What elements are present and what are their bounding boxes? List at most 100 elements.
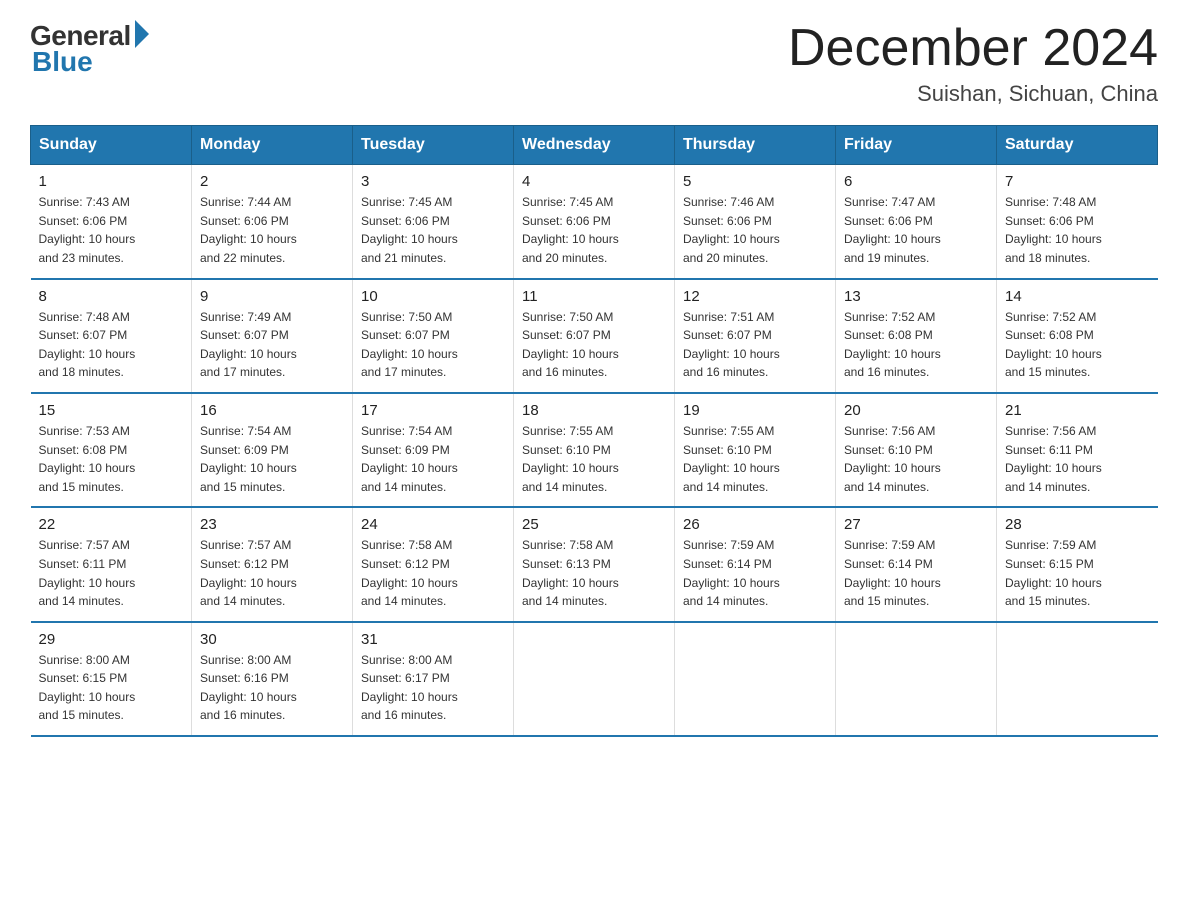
calendar-cell: 13 Sunrise: 7:52 AM Sunset: 6:08 PM Dayl… xyxy=(836,279,997,393)
day-number: 16 xyxy=(200,402,344,419)
calendar-cell: 7 Sunrise: 7:48 AM Sunset: 6:06 PM Dayli… xyxy=(997,165,1158,279)
calendar-week-row: 15 Sunrise: 7:53 AM Sunset: 6:08 PM Dayl… xyxy=(31,393,1158,507)
calendar-cell: 16 Sunrise: 7:54 AM Sunset: 6:09 PM Dayl… xyxy=(192,393,353,507)
day-number: 20 xyxy=(844,402,988,419)
calendar-cell: 22 Sunrise: 7:57 AM Sunset: 6:11 PM Dayl… xyxy=(31,507,192,621)
day-info: Sunrise: 7:48 AM Sunset: 6:06 PM Dayligh… xyxy=(1005,193,1150,267)
calendar-cell: 5 Sunrise: 7:46 AM Sunset: 6:06 PM Dayli… xyxy=(675,165,836,279)
day-info: Sunrise: 7:50 AM Sunset: 6:07 PM Dayligh… xyxy=(522,308,666,382)
calendar-week-row: 22 Sunrise: 7:57 AM Sunset: 6:11 PM Dayl… xyxy=(31,507,1158,621)
calendar-cell: 3 Sunrise: 7:45 AM Sunset: 6:06 PM Dayli… xyxy=(353,165,514,279)
day-number: 1 xyxy=(39,173,184,190)
day-info: Sunrise: 7:44 AM Sunset: 6:06 PM Dayligh… xyxy=(200,193,344,267)
day-number: 29 xyxy=(39,631,184,648)
calendar-cell: 1 Sunrise: 7:43 AM Sunset: 6:06 PM Dayli… xyxy=(31,165,192,279)
col-friday: Friday xyxy=(836,126,997,165)
month-title: December 2024 xyxy=(788,20,1158,77)
col-sunday: Sunday xyxy=(31,126,192,165)
calendar-cell: 25 Sunrise: 7:58 AM Sunset: 6:13 PM Dayl… xyxy=(514,507,675,621)
day-number: 9 xyxy=(200,288,344,305)
calendar-cell: 15 Sunrise: 7:53 AM Sunset: 6:08 PM Dayl… xyxy=(31,393,192,507)
calendar-week-row: 29 Sunrise: 8:00 AM Sunset: 6:15 PM Dayl… xyxy=(31,622,1158,736)
title-block: December 2024 Suishan, Sichuan, China xyxy=(788,20,1158,107)
day-number: 27 xyxy=(844,516,988,533)
calendar-cell xyxy=(997,622,1158,736)
day-info: Sunrise: 7:46 AM Sunset: 6:06 PM Dayligh… xyxy=(683,193,827,267)
day-number: 17 xyxy=(361,402,505,419)
day-info: Sunrise: 7:53 AM Sunset: 6:08 PM Dayligh… xyxy=(39,422,184,496)
calendar-cell: 21 Sunrise: 7:56 AM Sunset: 6:11 PM Dayl… xyxy=(997,393,1158,507)
day-info: Sunrise: 7:58 AM Sunset: 6:12 PM Dayligh… xyxy=(361,536,505,610)
calendar-cell xyxy=(675,622,836,736)
col-wednesday: Wednesday xyxy=(514,126,675,165)
calendar-cell: 31 Sunrise: 8:00 AM Sunset: 6:17 PM Dayl… xyxy=(353,622,514,736)
day-number: 25 xyxy=(522,516,666,533)
day-number: 18 xyxy=(522,402,666,419)
day-number: 10 xyxy=(361,288,505,305)
day-info: Sunrise: 7:59 AM Sunset: 6:15 PM Dayligh… xyxy=(1005,536,1150,610)
day-info: Sunrise: 7:58 AM Sunset: 6:13 PM Dayligh… xyxy=(522,536,666,610)
day-info: Sunrise: 7:54 AM Sunset: 6:09 PM Dayligh… xyxy=(200,422,344,496)
day-info: Sunrise: 7:59 AM Sunset: 6:14 PM Dayligh… xyxy=(683,536,827,610)
day-info: Sunrise: 7:48 AM Sunset: 6:07 PM Dayligh… xyxy=(39,308,184,382)
day-info: Sunrise: 7:56 AM Sunset: 6:10 PM Dayligh… xyxy=(844,422,988,496)
day-info: Sunrise: 7:59 AM Sunset: 6:14 PM Dayligh… xyxy=(844,536,988,610)
calendar-cell xyxy=(514,622,675,736)
day-number: 31 xyxy=(361,631,505,648)
calendar-cell: 24 Sunrise: 7:58 AM Sunset: 6:12 PM Dayl… xyxy=(353,507,514,621)
calendar-cell: 29 Sunrise: 8:00 AM Sunset: 6:15 PM Dayl… xyxy=(31,622,192,736)
day-number: 23 xyxy=(200,516,344,533)
day-info: Sunrise: 7:45 AM Sunset: 6:06 PM Dayligh… xyxy=(361,193,505,267)
calendar-cell xyxy=(836,622,997,736)
day-number: 11 xyxy=(522,288,666,305)
logo-blue-text: Blue xyxy=(32,46,93,78)
day-number: 28 xyxy=(1005,516,1150,533)
calendar-header: Sunday Monday Tuesday Wednesday Thursday… xyxy=(31,126,1158,165)
calendar-cell: 4 Sunrise: 7:45 AM Sunset: 6:06 PM Dayli… xyxy=(514,165,675,279)
calendar-week-row: 1 Sunrise: 7:43 AM Sunset: 6:06 PM Dayli… xyxy=(31,165,1158,279)
day-number: 24 xyxy=(361,516,505,533)
calendar-cell: 30 Sunrise: 8:00 AM Sunset: 6:16 PM Dayl… xyxy=(192,622,353,736)
calendar-cell: 6 Sunrise: 7:47 AM Sunset: 6:06 PM Dayli… xyxy=(836,165,997,279)
calendar-cell: 26 Sunrise: 7:59 AM Sunset: 6:14 PM Dayl… xyxy=(675,507,836,621)
day-number: 7 xyxy=(1005,173,1150,190)
day-number: 2 xyxy=(200,173,344,190)
col-saturday: Saturday xyxy=(997,126,1158,165)
day-info: Sunrise: 7:55 AM Sunset: 6:10 PM Dayligh… xyxy=(522,422,666,496)
day-info: Sunrise: 7:55 AM Sunset: 6:10 PM Dayligh… xyxy=(683,422,827,496)
col-thursday: Thursday xyxy=(675,126,836,165)
day-info: Sunrise: 7:57 AM Sunset: 6:12 PM Dayligh… xyxy=(200,536,344,610)
day-info: Sunrise: 7:56 AM Sunset: 6:11 PM Dayligh… xyxy=(1005,422,1150,496)
calendar-cell: 9 Sunrise: 7:49 AM Sunset: 6:07 PM Dayli… xyxy=(192,279,353,393)
col-tuesday: Tuesday xyxy=(353,126,514,165)
day-number: 4 xyxy=(522,173,666,190)
day-number: 8 xyxy=(39,288,184,305)
day-number: 30 xyxy=(200,631,344,648)
day-info: Sunrise: 8:00 AM Sunset: 6:15 PM Dayligh… xyxy=(39,651,184,725)
day-info: Sunrise: 7:54 AM Sunset: 6:09 PM Dayligh… xyxy=(361,422,505,496)
calendar-cell: 17 Sunrise: 7:54 AM Sunset: 6:09 PM Dayl… xyxy=(353,393,514,507)
calendar-body: 1 Sunrise: 7:43 AM Sunset: 6:06 PM Dayli… xyxy=(31,165,1158,736)
calendar-cell: 2 Sunrise: 7:44 AM Sunset: 6:06 PM Dayli… xyxy=(192,165,353,279)
logo-arrow-icon xyxy=(135,20,149,48)
calendar-cell: 18 Sunrise: 7:55 AM Sunset: 6:10 PM Dayl… xyxy=(514,393,675,507)
day-number: 3 xyxy=(361,173,505,190)
day-info: Sunrise: 7:43 AM Sunset: 6:06 PM Dayligh… xyxy=(39,193,184,267)
day-info: Sunrise: 8:00 AM Sunset: 6:17 PM Dayligh… xyxy=(361,651,505,725)
col-monday: Monday xyxy=(192,126,353,165)
day-info: Sunrise: 8:00 AM Sunset: 6:16 PM Dayligh… xyxy=(200,651,344,725)
day-info: Sunrise: 7:47 AM Sunset: 6:06 PM Dayligh… xyxy=(844,193,988,267)
calendar-cell: 19 Sunrise: 7:55 AM Sunset: 6:10 PM Dayl… xyxy=(675,393,836,507)
day-number: 19 xyxy=(683,402,827,419)
day-info: Sunrise: 7:45 AM Sunset: 6:06 PM Dayligh… xyxy=(522,193,666,267)
day-number: 15 xyxy=(39,402,184,419)
day-number: 14 xyxy=(1005,288,1150,305)
day-info: Sunrise: 7:52 AM Sunset: 6:08 PM Dayligh… xyxy=(844,308,988,382)
calendar-cell: 12 Sunrise: 7:51 AM Sunset: 6:07 PM Dayl… xyxy=(675,279,836,393)
day-info: Sunrise: 7:50 AM Sunset: 6:07 PM Dayligh… xyxy=(361,308,505,382)
page-header: General Blue December 2024 Suishan, Sich… xyxy=(30,20,1158,107)
calendar-cell: 20 Sunrise: 7:56 AM Sunset: 6:10 PM Dayl… xyxy=(836,393,997,507)
day-number: 12 xyxy=(683,288,827,305)
calendar-cell: 10 Sunrise: 7:50 AM Sunset: 6:07 PM Dayl… xyxy=(353,279,514,393)
day-number: 26 xyxy=(683,516,827,533)
